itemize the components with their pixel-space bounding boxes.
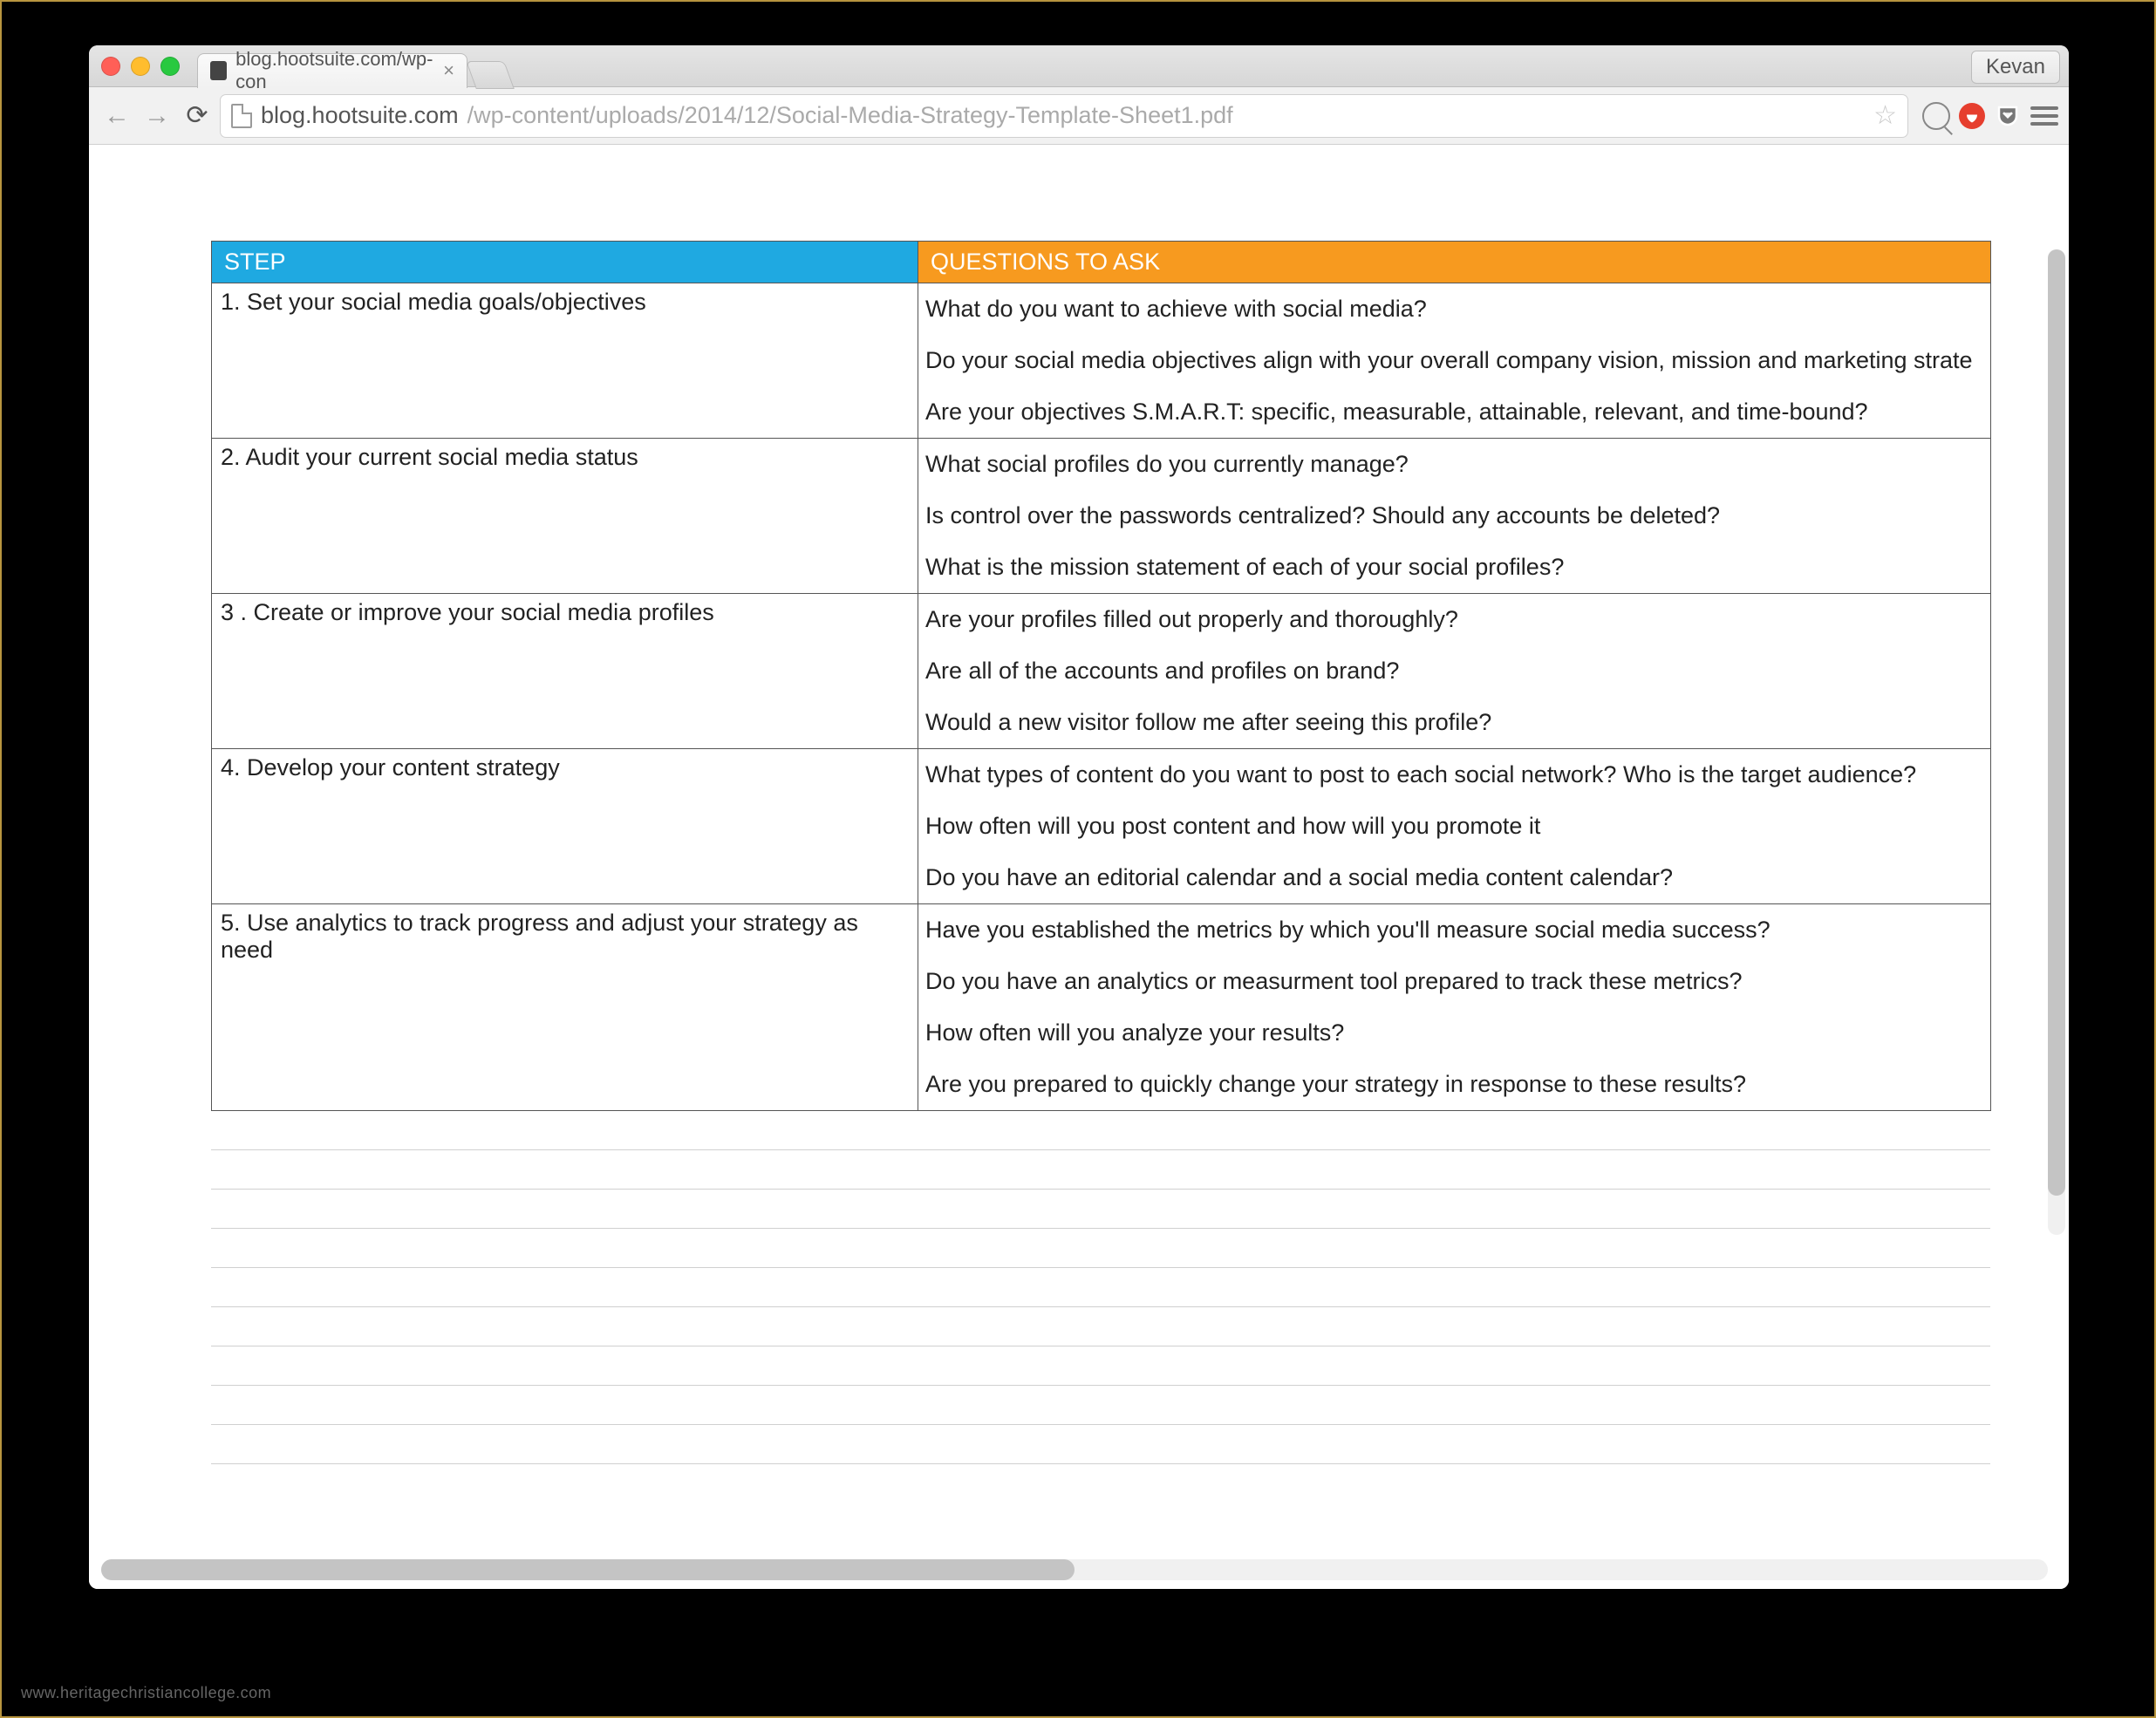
horizontal-scroll-thumb[interactable]: [101, 1559, 1075, 1580]
new-tab-button[interactable]: [466, 61, 515, 89]
toolbar: ← → ⟳ blog.hootsuite.com/wp-content/uplo…: [89, 87, 2069, 145]
titlebar: blog.hootsuite.com/wp-con × Kevan: [89, 45, 2069, 87]
ublock-extension-icon[interactable]: [1959, 103, 1985, 129]
watermark: www.heritagechristiancollege.com: [21, 1684, 271, 1702]
url-path: /wp-content/uploads/2014/12/Social-Media…: [467, 102, 1233, 129]
empty-row: [211, 1386, 1990, 1425]
empty-row: [211, 1111, 1990, 1150]
question-line: How often will you analyze your results?: [918, 1007, 1990, 1059]
table-row-step: 4. Develop your content strategy: [212, 749, 918, 904]
strategy-table: STEP QUESTIONS TO ASK 1. Set your social…: [211, 241, 1991, 1111]
empty-row: [211, 1346, 1990, 1386]
profile-badge[interactable]: Kevan: [1971, 51, 2060, 84]
question-line: Are all of the accounts and profiles on …: [918, 645, 1990, 697]
empty-row: [211, 1229, 1990, 1268]
table-row-step: 2. Audit your current social media statu…: [212, 439, 918, 594]
chrome-menu-button[interactable]: [2030, 106, 2058, 126]
table-row-questions: What types of content do you want to pos…: [918, 749, 1991, 904]
horizontal-scrollbar[interactable]: [101, 1559, 2048, 1580]
empty-row: [211, 1190, 1990, 1229]
question-line: Would a new visitor follow me after seei…: [918, 697, 1990, 748]
browser-tab[interactable]: blog.hootsuite.com/wp-con ×: [197, 53, 467, 88]
question-line: What do you want to achieve with social …: [918, 283, 1990, 335]
table-row-step: 5. Use analytics to track progress and a…: [212, 904, 918, 1111]
pocket-extension-icon[interactable]: [1994, 102, 2022, 130]
question-line: Have you established the metrics by whic…: [918, 904, 1990, 956]
table-row-questions: Have you established the metrics by whic…: [918, 904, 1991, 1111]
table-row-step: 1. Set your social media goals/objective…: [212, 283, 918, 439]
empty-row: [211, 1425, 1990, 1464]
empty-row: [211, 1268, 1990, 1307]
table-row-questions: What social profiles do you currently ma…: [918, 439, 1991, 594]
browser-window: blog.hootsuite.com/wp-con × Kevan ← → ⟳ …: [89, 45, 2069, 1589]
back-button[interactable]: ←: [99, 99, 134, 133]
question-line: Are your profiles filled out properly an…: [918, 594, 1990, 645]
tab-title: blog.hootsuite.com/wp-con: [235, 48, 434, 93]
vertical-scroll-thumb[interactable]: [2048, 249, 2065, 1196]
address-bar[interactable]: blog.hootsuite.com/wp-content/uploads/20…: [220, 94, 1908, 138]
table-row-step: 3 . Create or improve your social media …: [212, 594, 918, 749]
question-line: Do your social media objectives align wi…: [918, 335, 1990, 386]
question-line: What is the mission statement of each of…: [918, 542, 1990, 593]
vertical-scrollbar[interactable]: [2048, 249, 2065, 1235]
window-close-button[interactable]: [101, 57, 120, 76]
empty-row: [211, 1307, 1990, 1346]
question-line: What social profiles do you currently ma…: [918, 439, 1990, 490]
tab-favicon: [210, 61, 227, 80]
empty-row: [211, 1150, 1990, 1190]
window-maximize-button[interactable]: [160, 57, 180, 76]
site-info-icon[interactable]: [231, 104, 252, 128]
bookmark-star-icon[interactable]: ☆: [1873, 100, 1897, 131]
table-row-questions: What do you want to achieve with social …: [918, 283, 1991, 439]
question-line: Do you have an editorial calendar and a …: [918, 852, 1990, 903]
header-questions: QUESTIONS TO ASK: [918, 242, 1991, 283]
zoom-icon[interactable]: [1922, 102, 1950, 130]
reload-button[interactable]: ⟳: [180, 99, 215, 133]
question-line: What types of content do you want to pos…: [918, 749, 1990, 801]
question-line: Are your objectives S.M.A.R.T: specific,…: [918, 386, 1990, 438]
forward-button[interactable]: →: [140, 99, 174, 133]
question-line: Are you prepared to quickly change your …: [918, 1059, 1990, 1110]
question-line: Do you have an analytics or measurment t…: [918, 956, 1990, 1007]
question-line: How often will you post content and how …: [918, 801, 1990, 852]
question-line: Is control over the passwords centralize…: [918, 490, 1990, 542]
page-viewport: STEP QUESTIONS TO ASK 1. Set your social…: [89, 145, 2069, 1589]
url-host: blog.hootsuite.com: [261, 102, 459, 129]
table-row-questions: Are your profiles filled out properly an…: [918, 594, 1991, 749]
tab-close-button[interactable]: ×: [443, 59, 454, 82]
header-step: STEP: [212, 242, 918, 283]
window-minimize-button[interactable]: [131, 57, 150, 76]
